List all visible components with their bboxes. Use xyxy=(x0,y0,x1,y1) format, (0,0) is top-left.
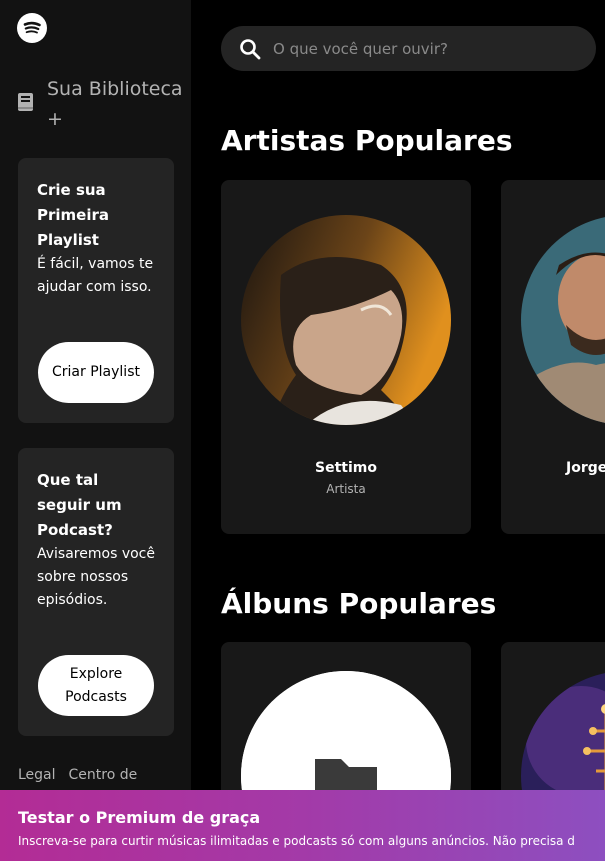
artist-type: Artista xyxy=(326,482,366,496)
artist-card[interactable]: Jorge xyxy=(501,180,605,534)
premium-banner[interactable]: Testar o Premium de graça Inscreva-se pa… xyxy=(0,790,605,861)
search-bar[interactable] xyxy=(221,26,596,71)
artist-name: Jorge xyxy=(566,460,605,476)
artist-card[interactable]: Settimo Artista xyxy=(221,180,471,534)
search-input[interactable] xyxy=(273,26,583,71)
search-icon xyxy=(240,39,261,60)
artist-photo xyxy=(521,215,605,425)
library-book-icon xyxy=(18,93,33,111)
spotify-logo-icon[interactable] xyxy=(17,13,47,43)
artist-name: Settimo xyxy=(315,460,377,476)
create-playlist-button[interactable]: Criar Playlist xyxy=(38,342,154,403)
footer-links: Legal Centro de xyxy=(18,767,150,783)
popular-artists-title: Artistas Populares xyxy=(221,124,513,157)
card-title: Que tal seguir um Podcast? xyxy=(37,471,122,539)
explore-podcasts-button[interactable]: Explore Podcasts xyxy=(38,655,154,716)
create-playlist-card: Crie sua Primeira Playlist É fácil, vamo… xyxy=(18,158,174,423)
follow-podcast-card: Que tal seguir um Podcast? Avisaremos vo… xyxy=(18,448,174,736)
popular-albums-title: Álbuns Populares xyxy=(221,587,497,620)
card-title: Crie sua Primeira Playlist xyxy=(37,181,109,249)
library-label: Sua Biblioteca + xyxy=(47,78,183,130)
card-description: É fácil, vamos te ajudar com isso. xyxy=(37,256,154,295)
banner-title: Testar o Premium de graça xyxy=(18,808,261,827)
legal-link[interactable]: Legal xyxy=(18,767,56,783)
artist-photo xyxy=(241,215,451,425)
main-content: Artistas Populares xyxy=(191,0,605,861)
sidebar: Sua Biblioteca + Crie sua Primeira Playl… xyxy=(0,0,191,861)
card-description: Avisaremos você sobre nossos episódios. xyxy=(37,546,155,608)
banner-text: Inscreva-se para curtir músicas ilimitad… xyxy=(18,834,575,848)
help-center-link[interactable]: Centro de xyxy=(69,767,138,783)
